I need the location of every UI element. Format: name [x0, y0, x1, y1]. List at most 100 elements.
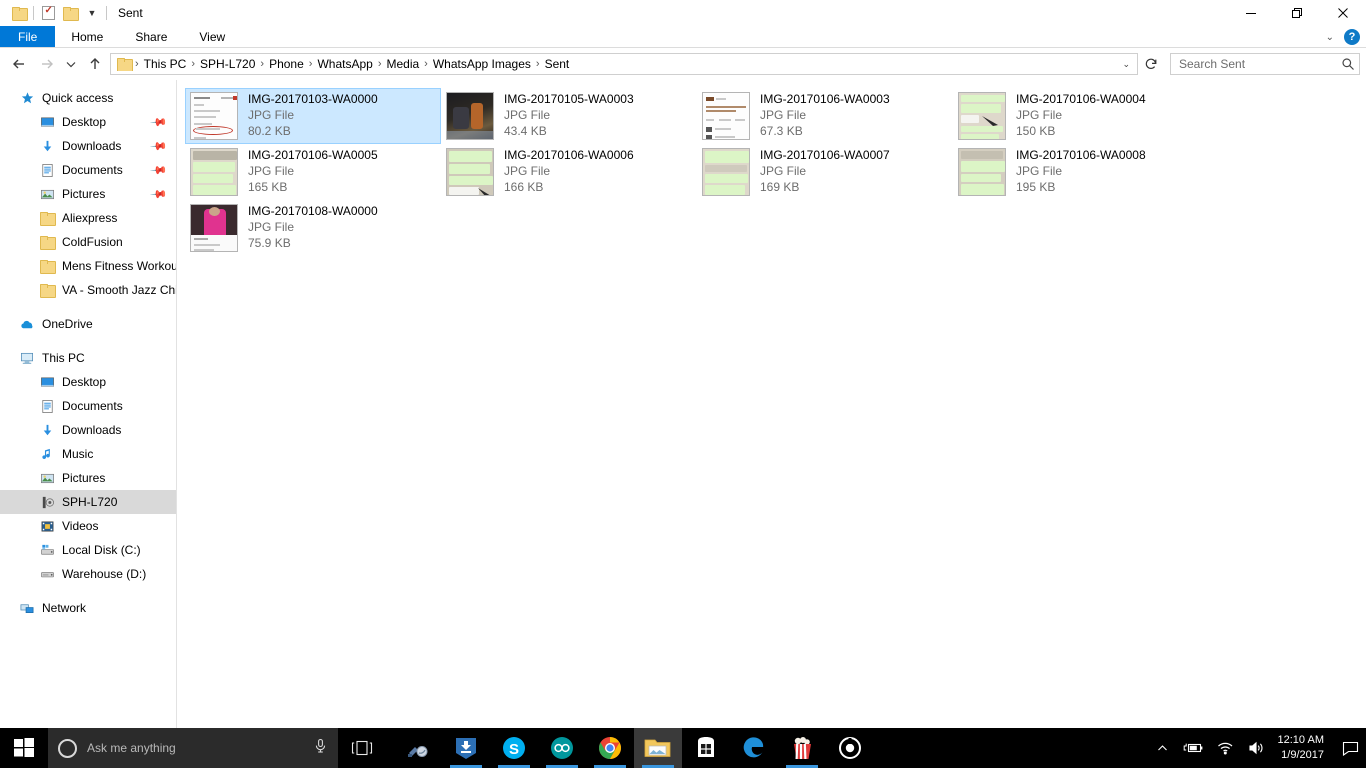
navigation-pane[interactable]: Quick access Desktop 📌 Downloads 📌 [0, 80, 177, 732]
sidebar-item-pictures[interactable]: Pictures 📌 [0, 182, 176, 206]
sidebar-item-label: Downloads [62, 423, 121, 437]
file-item[interactable]: IMG-20170106-WA0003 JPG File 67.3 KB [697, 88, 953, 144]
file-item[interactable]: IMG-20170105-WA0003 JPG File 43.4 KB [441, 88, 697, 144]
breadcrumb-bar[interactable]: › This PC › SPH-L720 › Phone › WhatsApp … [110, 53, 1138, 75]
breadcrumb-item-sent[interactable]: Sent [542, 57, 573, 71]
file-explorer-window: ▼ Sent File Home Share View [0, 0, 1366, 728]
forward-button[interactable] [34, 51, 60, 77]
sidebar-item-label: Aliexpress [62, 211, 117, 225]
back-button[interactable] [6, 51, 32, 77]
tab-view[interactable]: View [183, 26, 241, 47]
minimize-button[interactable] [1228, 0, 1274, 26]
close-button[interactable] [1320, 0, 1366, 26]
breadcrumb-item-this-pc[interactable]: This PC [141, 57, 190, 71]
sidebar-item-documents-pc[interactable]: Documents [0, 394, 176, 418]
sidebar-group-network[interactable]: Network [0, 596, 176, 620]
sidebar-item-sph-l720[interactable]: SPH-L720 [0, 490, 176, 514]
download-manager-app-button[interactable] [442, 728, 490, 768]
pin-icon[interactable]: 📌 [150, 137, 169, 156]
sidebar-group-this-pc[interactable]: This PC [0, 346, 176, 370]
properties-icon[interactable] [37, 2, 59, 24]
breadcrumb-item-media[interactable]: Media [383, 57, 422, 71]
folder-icon[interactable] [8, 2, 30, 24]
tab-home[interactable]: Home [55, 26, 119, 47]
tab-share[interactable]: Share [119, 26, 183, 47]
start-button[interactable] [0, 728, 48, 768]
sidebar-item-downloads[interactable]: Downloads 📌 [0, 134, 176, 158]
taskbar: Ask me anything [0, 728, 1366, 768]
pin-icon[interactable]: 📌 [150, 113, 169, 132]
sidebar-item-local-disk-c[interactable]: Local Disk (C:) [0, 538, 176, 562]
media-app-button[interactable] [826, 728, 874, 768]
restore-button[interactable] [1274, 0, 1320, 26]
chevron-down-icon[interactable]: ⌄ [1117, 59, 1135, 70]
sidebar-item-va-smooth-jazz[interactable]: VA - Smooth Jazz Chill [0, 278, 176, 302]
sidebar-group-quick-access[interactable]: Quick access [0, 86, 176, 110]
wifi-icon[interactable] [1210, 741, 1241, 755]
file-list-view[interactable]: IMG-20170103-WA0000 JPG File 80.2 KB IMG… [177, 80, 1366, 732]
search-icon[interactable] [1341, 57, 1355, 71]
search-input[interactable] [1179, 57, 1341, 71]
chrome-app-button[interactable] [586, 728, 634, 768]
file-item[interactable]: IMG-20170106-WA0007 JPG File 169 KB [697, 144, 953, 200]
pin-icon[interactable]: 📌 [150, 161, 169, 180]
microsoft-store-app-button[interactable] [682, 728, 730, 768]
skype-app-button[interactable]: S [490, 728, 538, 768]
popcorn-time-app-button[interactable] [778, 728, 826, 768]
file-item[interactable]: IMG-20170103-WA0000 JPG File 80.2 KB [185, 88, 441, 144]
tab-file[interactable]: File [0, 26, 55, 47]
sidebar-item-music[interactable]: Music [0, 442, 176, 466]
chevron-down-icon[interactable]: ⌄ [1326, 32, 1334, 43]
sidebar-group-onedrive[interactable]: OneDrive [0, 312, 176, 336]
file-size: 43.4 KB [504, 124, 634, 140]
arduino-app-button[interactable] [538, 728, 586, 768]
breadcrumb-item-sph-l720[interactable]: SPH-L720 [197, 57, 258, 71]
new-folder-icon[interactable] [59, 2, 81, 24]
chevron-up-icon[interactable] [1149, 742, 1176, 755]
sidebar-item-pictures-pc[interactable]: Pictures [0, 466, 176, 490]
sidebar-item-desktop-pc[interactable]: Desktop [0, 370, 176, 394]
sidebar-item-coldfusion[interactable]: ColdFusion [0, 230, 176, 254]
breadcrumb-item-phone[interactable]: Phone [266, 57, 307, 71]
spacer [0, 302, 176, 312]
cortana-search-box[interactable]: Ask me anything [48, 728, 338, 768]
file-thumbnail [190, 148, 238, 196]
clock[interactable]: 12:10 AM 1/9/2017 [1272, 733, 1334, 763]
documents-icon [38, 162, 56, 178]
file-thumbnail [958, 92, 1006, 140]
pin-icon[interactable]: 📌 [150, 185, 169, 204]
sidebar-group-label: Quick access [42, 91, 113, 105]
tool-app-button[interactable] [394, 728, 442, 768]
file-item[interactable]: IMG-20170106-WA0004 JPG File 150 KB [953, 88, 1209, 144]
sidebar-item-downloads-pc[interactable]: Downloads [0, 418, 176, 442]
file-info: IMG-20170103-WA0000 JPG File 80.2 KB [248, 92, 378, 140]
volume-icon[interactable] [1241, 741, 1272, 755]
sidebar-item-documents[interactable]: Documents 📌 [0, 158, 176, 182]
breadcrumb-item-whatsapp-images[interactable]: WhatsApp Images [430, 57, 534, 71]
edge-app-button[interactable] [730, 728, 778, 768]
action-center-button[interactable] [1334, 728, 1366, 768]
help-icon[interactable]: ? [1344, 29, 1360, 45]
file-item[interactable]: IMG-20170106-WA0008 JPG File 195 KB [953, 144, 1209, 200]
up-button[interactable] [82, 51, 108, 77]
refresh-button[interactable] [1140, 53, 1162, 75]
search-box[interactable] [1170, 53, 1360, 75]
task-view-button[interactable] [338, 728, 386, 768]
file-thumbnail [702, 148, 750, 196]
sidebar-item-desktop[interactable]: Desktop 📌 [0, 110, 176, 134]
phone-icon [38, 494, 56, 510]
file-item[interactable]: IMG-20170108-WA0000 JPG File 75.9 KB [185, 200, 441, 256]
sidebar-item-mens-fitness[interactable]: Mens Fitness Workout [0, 254, 176, 278]
file-explorer-app-button[interactable] [634, 728, 682, 768]
battery-charging-icon[interactable] [1176, 741, 1210, 755]
customize-chevron-icon[interactable]: ▼ [81, 2, 103, 24]
file-item[interactable]: IMG-20170106-WA0005 JPG File 165 KB [185, 144, 441, 200]
microphone-icon[interactable] [313, 738, 328, 759]
file-item[interactable]: IMG-20170106-WA0006 JPG File 166 KB [441, 144, 697, 200]
breadcrumb-item-whatsapp[interactable]: WhatsApp [314, 57, 375, 71]
sidebar-item-aliexpress[interactable]: Aliexpress [0, 206, 176, 230]
file-thumbnail [446, 148, 494, 196]
sidebar-item-videos[interactable]: Videos [0, 514, 176, 538]
recent-locations-button[interactable] [62, 51, 80, 77]
sidebar-item-warehouse-d[interactable]: Warehouse (D:) [0, 562, 176, 586]
